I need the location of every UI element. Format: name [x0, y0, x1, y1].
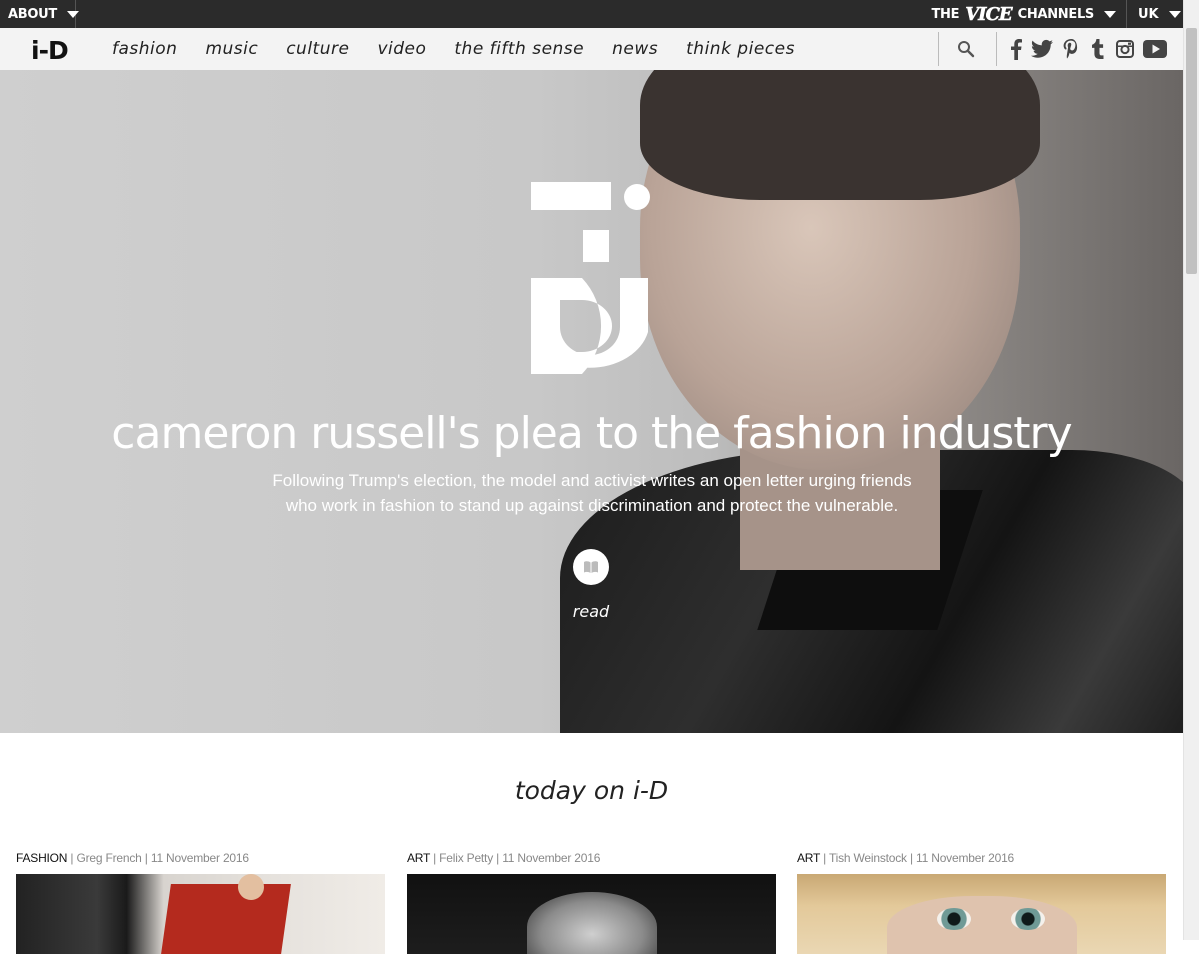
card-category[interactable]: ART [407, 851, 430, 865]
facebook-icon[interactable] [1008, 37, 1024, 61]
youtube-icon[interactable] [1142, 37, 1168, 61]
nav-link-video[interactable]: video [377, 39, 426, 59]
nav-links: fashion music culture video the fifth se… [112, 28, 823, 70]
scrollbar-thumb[interactable] [1186, 28, 1197, 274]
search-icon[interactable] [956, 39, 976, 59]
card-date: 11 November 2016 [502, 851, 601, 865]
card-author[interactable]: Felix Petty [439, 851, 493, 865]
card-image-detail [161, 884, 291, 954]
card-category[interactable]: ART [797, 851, 820, 865]
nav-link-fashion[interactable]: fashion [112, 39, 177, 59]
card-category[interactable]: FASHION [16, 851, 67, 865]
vice-channels-menu[interactable]: THE VICE CHANNELS [931, 0, 1127, 28]
hero-image-hair [640, 70, 1040, 200]
nav-link-the-fifth-sense[interactable]: the fifth sense [454, 39, 584, 59]
article-card[interactable]: ART | Felix Petty | 11 November 2016 [407, 851, 776, 954]
chevron-down-icon [66, 10, 79, 18]
book-icon [584, 561, 598, 573]
read-button[interactable] [573, 549, 609, 585]
about-menu[interactable]: ABOUT [0, 0, 79, 28]
card-image-detail [527, 892, 657, 954]
card-image-detail [1011, 908, 1045, 930]
card-date: 11 November 2016 [916, 851, 1015, 865]
card-author[interactable]: Tish Weinstock [829, 851, 907, 865]
region-menu[interactable]: UK [1127, 0, 1183, 28]
article-card[interactable]: ART | Tish Weinstock | 11 November 2016 [797, 851, 1166, 954]
card-meta: ART | Tish Weinstock | 11 November 2016 [797, 851, 1015, 865]
chevron-down-icon [1168, 10, 1181, 18]
pinterest-icon[interactable] [1060, 37, 1082, 61]
nav-link-news[interactable]: news [612, 39, 658, 59]
article-card[interactable]: FASHION | Greg French | 11 November 2016 [16, 851, 385, 954]
nav-divider [938, 32, 939, 66]
id-logo-mark [530, 182, 652, 374]
hero-title[interactable]: cameron russell's plea to the fashion in… [0, 408, 1183, 459]
nav-link-culture[interactable]: culture [286, 39, 349, 59]
site-logo[interactable]: i-D [31, 36, 69, 65]
nav-link-think-pieces[interactable]: think pieces [686, 39, 795, 59]
about-label: ABOUT [8, 6, 57, 22]
vice-suffix: CHANNELS [1017, 6, 1095, 22]
nav-divider [996, 32, 997, 66]
card-image-detail [887, 896, 1077, 954]
card-image-detail [238, 874, 264, 900]
chevron-down-icon [1104, 10, 1116, 18]
page-scrollbar[interactable] [1183, 0, 1199, 940]
today-heading: today on i-D [514, 776, 669, 805]
social-links [1008, 37, 1174, 61]
vice-logo: VICE [965, 3, 1013, 25]
vice-prefix: THE [931, 6, 960, 22]
card-date: 11 November 2016 [150, 851, 249, 865]
nav-link-music[interactable]: music [205, 39, 258, 59]
card-image-detail [937, 908, 971, 930]
card-meta: ART | Felix Petty | 11 November 2016 [407, 851, 601, 865]
card-image[interactable] [16, 874, 385, 954]
region-label: UK [1138, 6, 1159, 22]
hero-feature[interactable]: cameron russell's plea to the fashion in… [0, 70, 1183, 733]
hero-subtitle: Following Trump's election, the model an… [272, 471, 912, 515]
tumblr-icon[interactable] [1088, 37, 1108, 61]
card-image[interactable] [797, 874, 1166, 954]
card-image[interactable] [407, 874, 776, 954]
card-author[interactable]: Greg French [76, 851, 141, 865]
main-nav: i-D fashion music culture video the fift… [0, 28, 1183, 70]
instagram-icon[interactable] [1114, 37, 1136, 61]
read-label[interactable]: read [555, 602, 627, 621]
card-meta: FASHION | Greg French | 11 November 2016 [16, 851, 249, 865]
twitter-icon[interactable] [1030, 37, 1054, 61]
top-bar: ABOUT THE VICE CHANNELS UK [0, 0, 1183, 28]
